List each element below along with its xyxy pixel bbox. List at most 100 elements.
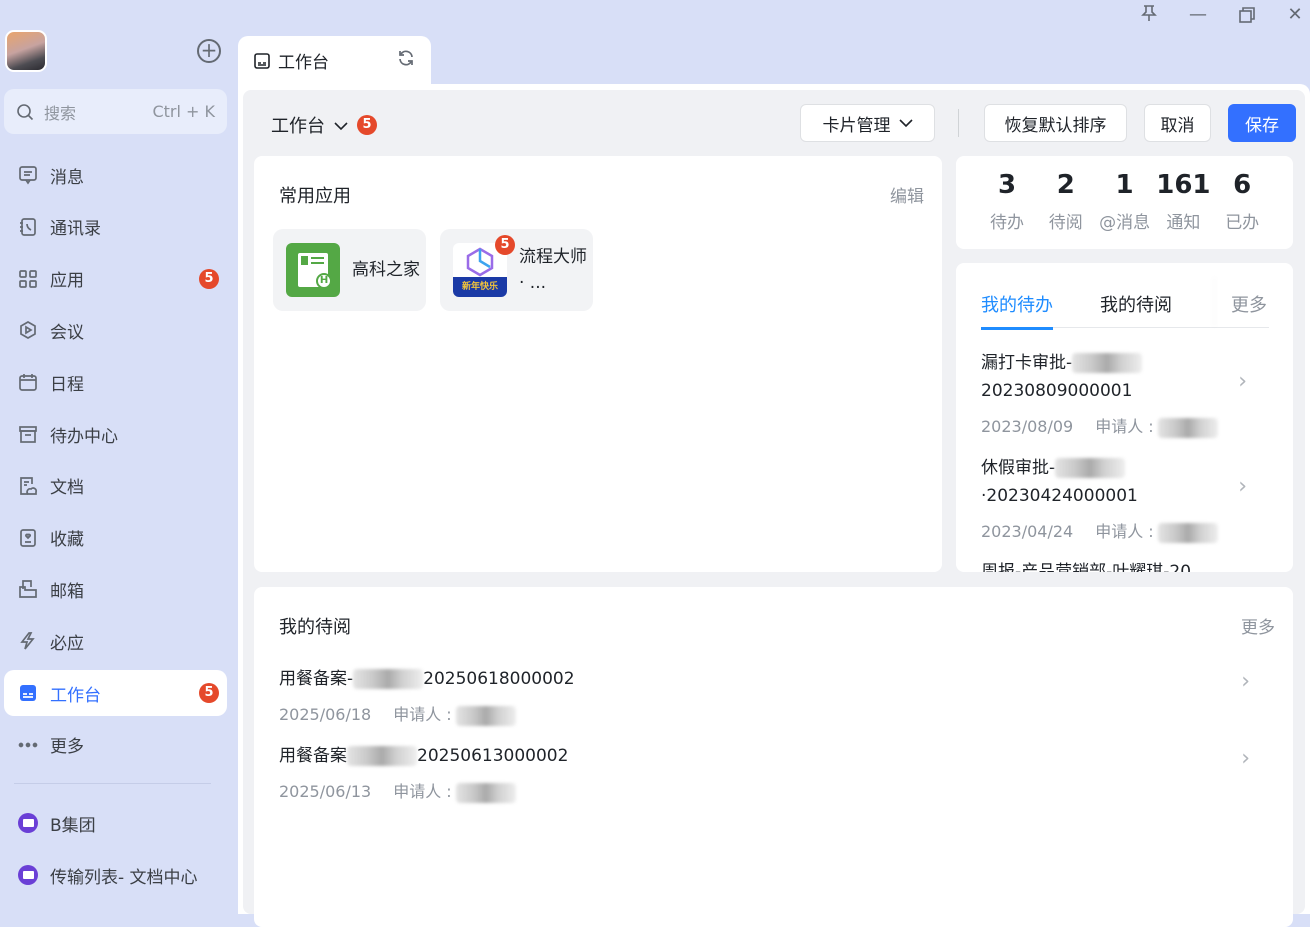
sidebar-item-label: 文档 — [50, 478, 84, 499]
sidebar-item-more[interactable]: 更多 — [4, 722, 227, 768]
chevron-right-icon: › — [1238, 369, 1247, 394]
group-label: B集团 — [50, 815, 96, 836]
item-title: 漏打卡审批- — [981, 353, 1073, 373]
sidebar-item-mail[interactable]: 邮箱 — [4, 566, 227, 612]
sidebar-item-badge: 5 — [199, 268, 219, 289]
redacted-name — [1055, 458, 1126, 478]
sidebar-divider — [14, 783, 211, 784]
stat-value: 1 — [1115, 170, 1134, 200]
sidebar-item-bolt[interactable]: 必应 — [4, 618, 227, 664]
list-item[interactable]: 用餐备案- 20250618000002 2025/06/18 申请人 : › — [279, 665, 1274, 726]
applicant-label: 申请人 : — [1095, 522, 1154, 541]
app-tile-process-master[interactable]: 新年快乐 5 流程大师 · ... — [440, 229, 593, 311]
stat-0[interactable]: 3 待办 — [977, 170, 1037, 233]
sidebar-item-label: 邮箱 — [50, 581, 84, 602]
item-id: 20250618000002 — [423, 669, 575, 689]
app-tile-gaoke[interactable]: H 高科之家 — [273, 229, 426, 311]
list-item[interactable]: 周报-产品营销部-叶耀琪-20 — [981, 558, 1271, 572]
sidebar-item-calendar[interactable]: 日程 — [4, 359, 227, 405]
app-name: 高科之家 — [352, 260, 420, 280]
item-title: 休假审批- — [981, 458, 1056, 478]
applicant-label: 申请人 : — [393, 705, 452, 724]
tab-my-todo[interactable]: 我的待办 — [981, 291, 1053, 330]
workbench-badge: 5 — [357, 115, 377, 135]
edit-button[interactable]: 编辑 — [890, 182, 924, 207]
search-placeholder: 搜索 — [44, 103, 77, 123]
docs-icon — [18, 476, 38, 496]
close-button[interactable]: ✕ — [1283, 4, 1307, 25]
sidebar-item-label: 收藏 — [50, 530, 84, 551]
tab-label: 工作台 — [278, 53, 329, 73]
sidebar-item-label: 更多 — [50, 737, 84, 758]
list-item[interactable]: 休假审批- ·20230424000001 2023/04/24 申请人 : › — [981, 454, 1271, 543]
todo-more-button[interactable]: 更多 — [1231, 291, 1267, 317]
item-date: 2025/06/13 — [279, 782, 372, 801]
redacted-name — [353, 669, 424, 689]
card-title: 常用应用 — [279, 186, 351, 207]
item-title: 用餐备案- — [279, 669, 354, 689]
list-item[interactable]: 漏打卡审批- 20230809000001 2023/08/09 申请人 : › — [981, 349, 1271, 438]
bolt-icon — [18, 631, 38, 651]
card-title: 我的待阅 — [279, 617, 351, 638]
card-manage-button[interactable]: 卡片管理 — [800, 104, 935, 142]
more-icon — [18, 735, 38, 755]
search-input[interactable]: 搜索 Ctrl + K — [4, 89, 227, 134]
sidebar-item-message[interactable]: 消息 — [4, 152, 227, 198]
tab-my-to-read[interactable]: 我的待阅 — [1100, 291, 1172, 317]
chevron-right-icon: › — [1241, 746, 1250, 771]
tab-workbench[interactable]: 工作台 — [238, 36, 431, 85]
meeting-icon — [18, 320, 38, 340]
sidebar-item-meeting[interactable]: 会议 — [4, 307, 227, 353]
avatar[interactable] — [5, 30, 47, 72]
sidebar-item-label: 通讯录 — [50, 219, 101, 240]
stat-value: 2 — [1056, 170, 1075, 200]
workbench-icon — [18, 683, 38, 703]
search-shortcut: Ctrl + K — [152, 102, 215, 121]
workbench-switcher[interactable]: 工作台 5 — [271, 112, 377, 138]
app-badge: 5 — [495, 235, 515, 255]
cancel-button[interactable]: 取消 — [1144, 104, 1211, 142]
app-logo-text: 新年快乐 — [453, 277, 507, 297]
list-item[interactable]: 用餐备案 20250613000002 2025/06/13 申请人 : › — [279, 742, 1274, 803]
sidebar-item-label: 工作台 — [50, 685, 101, 706]
stat-label: 已办 — [1225, 213, 1260, 233]
pin-icon[interactable] — [1137, 4, 1161, 27]
stat-label: 待办 — [990, 213, 1024, 233]
add-icon[interactable]: + — [197, 39, 221, 63]
refresh-icon[interactable] — [397, 49, 415, 72]
stat-value: 6 — [1233, 170, 1252, 200]
to-read-more-button[interactable]: 更多 — [1241, 613, 1275, 638]
my-todo-card: 我的待办 我的待阅 更多 漏打卡审批- 20230809000001 2023/0… — [956, 263, 1293, 572]
sidebar-item-docs[interactable]: 文档 — [4, 463, 227, 509]
save-button[interactable]: 保存 — [1228, 104, 1296, 142]
item-id: 20230809000001 — [981, 381, 1133, 401]
sidebar-item-workbench[interactable]: 工作台 5 — [4, 670, 227, 716]
chevron-down-icon — [333, 115, 349, 136]
sidebar-group-b-group[interactable]: B集团 — [4, 800, 227, 846]
calendar-icon — [18, 372, 38, 392]
stat-2[interactable]: 1 @消息 — [1095, 170, 1155, 233]
sidebar-item-favorites[interactable]: 收藏 — [4, 515, 227, 561]
message-icon — [18, 165, 38, 185]
card-manage-label: 卡片管理 — [822, 115, 891, 136]
folder-icon — [18, 813, 38, 833]
stat-1[interactable]: 2 待阅 — [1036, 170, 1096, 233]
redacted-applicant — [455, 782, 516, 803]
sidebar-item-apps[interactable]: 应用 5 — [4, 256, 227, 302]
sidebar-group-transfer-list[interactable]: 传输列表- 文档中心 — [4, 852, 227, 898]
restore-default-order-button[interactable]: 恢复默认排序 — [984, 104, 1127, 142]
contacts-icon — [18, 217, 38, 237]
sidebar-item-todo[interactable]: 待办中心 — [4, 411, 227, 457]
redacted-applicant — [1157, 522, 1218, 543]
item-id: 20250613000002 — [417, 746, 569, 766]
sidebar-item-label: 应用 — [50, 271, 84, 292]
redacted-name — [1072, 353, 1143, 373]
stat-3[interactable]: 161 通知 — [1153, 170, 1213, 233]
restore-icon[interactable] — [1235, 6, 1259, 29]
minimize-button[interactable]: — — [1186, 4, 1210, 25]
sidebar-item-label: 必应 — [50, 633, 84, 654]
apps-icon — [18, 269, 38, 289]
sidebar-item-contacts[interactable]: 通讯录 — [4, 204, 227, 250]
favorites-icon — [18, 528, 38, 548]
stat-4[interactable]: 6 已办 — [1212, 170, 1272, 233]
